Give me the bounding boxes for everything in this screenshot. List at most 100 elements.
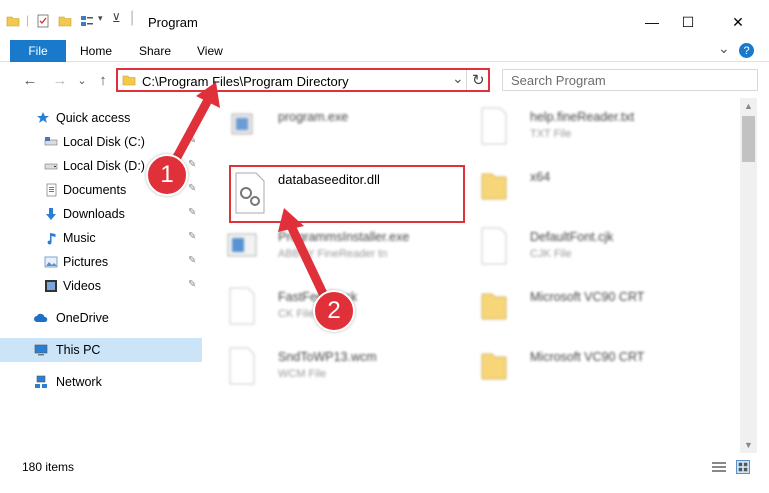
close-button[interactable]: ✕	[716, 8, 760, 36]
title-bar: | ▾ ⊻ | Program — ☐ ✕	[0, 0, 769, 40]
maximize-button[interactable]: ☐	[666, 8, 710, 36]
scroll-up-icon[interactable]: ▲	[740, 98, 757, 114]
pin-icon[interactable]: ✎	[188, 159, 196, 170]
address-dropdown-icon[interactable]: ⌄	[452, 70, 464, 87]
tab-file[interactable]: File	[10, 40, 66, 62]
details-view-icon[interactable]	[712, 461, 726, 473]
pin-icon[interactable]: ✎	[188, 135, 196, 146]
sidebar-item-pictures[interactable]: Pictures ✎	[0, 250, 204, 274]
sidebar-item-this-pc[interactable]: This PC	[0, 338, 202, 362]
sidebar-item-label: Network	[56, 375, 102, 389]
search-input[interactable]: Search Program	[502, 69, 758, 91]
pin-icon[interactable]: ✎	[188, 183, 196, 194]
sidebar-item-network[interactable]: Network	[0, 370, 204, 394]
status-bar: 180 items	[0, 453, 769, 493]
file-type: WCM File	[278, 368, 327, 380]
step-2-badge: 2	[313, 290, 355, 332]
sidebar-item-label: This PC	[56, 343, 101, 357]
tab-share[interactable]: Share	[139, 44, 171, 58]
network-icon	[35, 375, 47, 388]
computer-icon	[34, 344, 48, 356]
document-file-icon	[229, 287, 255, 325]
step-1-badge: 1	[146, 154, 188, 196]
refresh-icon[interactable]: ↻	[472, 71, 485, 89]
scroll-thumb[interactable]	[742, 116, 755, 162]
file-item[interactable]: SndToWP13.wcm WCM File	[206, 342, 446, 398]
address-bar[interactable]: C:\Program Files\Program Directory ⌄ ↻	[116, 68, 490, 92]
file-item[interactable]: Microsoft VC90 CRT	[458, 282, 698, 338]
search-placeholder: Search Program	[511, 73, 606, 88]
forward-button[interactable]: →	[50, 70, 70, 90]
sidebar-item-downloads[interactable]: Downloads ✎	[0, 202, 204, 226]
sidebar-item-label: OneDrive	[56, 311, 109, 325]
navigation-pane: Quick access Local Disk (C:) ✎ Local Dis…	[0, 98, 206, 453]
address-row: ← → ⌄ ↑ C:\Program Files\Program Directo…	[0, 62, 769, 98]
file-type: TXT File	[530, 128, 572, 140]
ribbon-tabs: File Home Share View ⌄ ?	[0, 40, 769, 62]
sidebar-item-local-disk-c[interactable]: Local Disk (C:) ✎	[0, 130, 204, 154]
document-file-icon	[481, 227, 507, 265]
file-item[interactable]: help.fineReader.txt TXT File	[458, 102, 698, 158]
scroll-down-icon[interactable]: ▼	[740, 437, 757, 453]
pictures-icon	[44, 256, 58, 268]
separator: |	[130, 9, 135, 26]
file-list: program.exe ProgrammsInstaller.exe ABBYY…	[206, 98, 740, 453]
sidebar-item-onedrive[interactable]: OneDrive	[0, 306, 204, 330]
music-icon	[47, 233, 56, 245]
file-item[interactable]: Microsoft VC90 CRT	[458, 342, 698, 398]
properties-icon[interactable]	[36, 14, 50, 28]
chevron-down-icon[interactable]: ▾	[98, 13, 103, 24]
cloud-icon	[34, 313, 48, 322]
address-path: C:\Program Files\Program Directory	[142, 74, 349, 89]
tab-view[interactable]: View	[197, 44, 223, 58]
folder-icon	[481, 353, 507, 380]
drive-icon	[44, 137, 58, 146]
pin-icon[interactable]: ✎	[188, 231, 196, 242]
tab-home[interactable]: Home	[80, 44, 112, 58]
document-file-icon	[229, 347, 255, 385]
file-name: SndToWP13.wcm	[278, 350, 377, 364]
dll-file-icon	[235, 172, 265, 214]
file-type: CK File	[278, 308, 315, 320]
folder-icon[interactable]	[6, 14, 20, 28]
downloads-icon	[46, 208, 56, 220]
new-folder-icon[interactable]	[58, 14, 72, 28]
sidebar-item-label: Music	[63, 231, 96, 245]
pin-icon[interactable]: ✎	[188, 279, 196, 290]
file-name: ProgrammsInstaller.exe	[278, 230, 410, 244]
view-options-icon[interactable]	[80, 14, 94, 28]
recent-locations-button[interactable]: ⌄	[72, 70, 92, 90]
file-name: DefaultFont.cjk	[530, 230, 614, 244]
pin-icon[interactable]: ✎	[188, 255, 196, 266]
file-item[interactable]: x64	[458, 162, 698, 218]
sidebar-item-label: Downloads	[63, 207, 125, 221]
folder-icon	[481, 173, 507, 200]
file-name: databaseeditor.dll	[278, 172, 380, 187]
file-item-databaseeditor[interactable]: databaseeditor.dll	[229, 165, 465, 223]
exe-file-icon	[231, 113, 253, 135]
sidebar-item-label: Pictures	[63, 255, 109, 269]
separator: |	[26, 13, 30, 27]
videos-icon	[45, 280, 57, 292]
sidebar-item-label: Quick access	[56, 111, 131, 125]
back-button[interactable]: ←	[20, 70, 40, 90]
up-button[interactable]: ↑	[93, 70, 113, 90]
file-item[interactable]: ProgrammsInstaller.exe ABBYY FineReader …	[206, 222, 446, 278]
sidebar-item-music[interactable]: Music ✎	[0, 226, 204, 250]
help-icon[interactable]: ?	[739, 43, 754, 58]
file-item[interactable]: program.exe	[206, 102, 446, 158]
separator	[466, 70, 467, 90]
customize-toolbar-icon[interactable]: ⊻	[112, 11, 121, 25]
large-icons-view-icon[interactable]	[736, 460, 750, 474]
documents-icon	[46, 183, 57, 197]
vertical-scrollbar[interactable]: ▲ ▼	[740, 98, 757, 453]
file-name: x64	[530, 170, 551, 184]
sidebar-item-label: Videos	[63, 279, 101, 293]
sidebar-item-quick-access[interactable]: Quick access	[0, 106, 204, 130]
file-name: program.exe	[278, 110, 349, 124]
file-item[interactable]: DefaultFont.cjk CJK File	[458, 222, 698, 278]
sidebar-item-videos[interactable]: Videos ✎	[0, 274, 204, 298]
star-icon	[37, 112, 49, 123]
pin-icon[interactable]: ✎	[188, 207, 196, 218]
expand-ribbon-icon[interactable]: ⌄	[718, 40, 730, 57]
